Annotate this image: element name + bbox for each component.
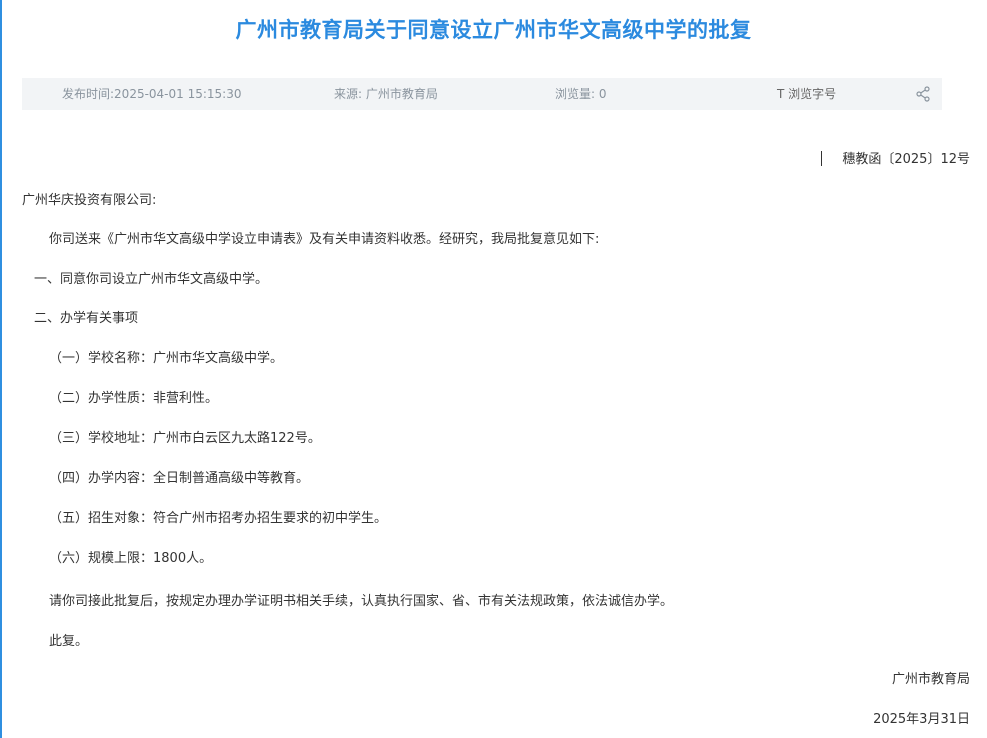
addressee: 广州华庆投资有限公司: [22, 193, 157, 208]
document-number: 穗教函〔2025〕12号 [821, 148, 970, 167]
left-edge-bar [0, 0, 2, 738]
sub-item-4: （四）办学内容：全日制普通高级中等教育。 [49, 471, 310, 486]
sub-item-1: （一）学校名称：广州市华文高级中学。 [49, 351, 284, 366]
divider [821, 151, 823, 166]
page-title: 广州市教育局关于同意设立广州市华文高级中学的批复 [235, 18, 752, 42]
source-label: 来源: 广州市教育局 [334, 87, 438, 101]
sub-item-2: （二）办学性质：非营利性。 [49, 391, 219, 406]
font-size-toggle[interactable]: T 浏览字号 [777, 78, 836, 110]
item-1: 一、同意你司设立广州市华文高级中学。 [34, 272, 269, 287]
closing-paragraph: 请你司接此批复后，按规定办理办学证明书相关手续，认真执行国家、省、市有关法规政策… [49, 594, 674, 609]
publish-time: 发布时间:2025-04-01 15:15:30 [62, 87, 242, 101]
article-meta-bar: 发布时间:2025-04-01 15:15:30 来源: 广州市教育局 浏览量:… [22, 78, 942, 110]
sub-item-5: （五）招生对象：符合广州市招考办招生要求的初中学生。 [49, 511, 388, 526]
signature-org: 广州市教育局 [891, 672, 970, 687]
reply-line: 此复。 [49, 634, 89, 649]
sub-item-6: （六）规模上限：1800人。 [49, 551, 213, 566]
sub-item-3: （三）学校地址：广州市白云区九太路122号。 [49, 431, 321, 446]
signature-date: 2025年3月31日 [873, 712, 970, 727]
document-number-text: 穗教函〔2025〕12号 [842, 152, 970, 167]
share-icon[interactable] [915, 86, 931, 102]
item-2: 二、办学有关事项 [34, 311, 139, 326]
intro-paragraph: 你司送来《广州市华文高级中学设立申请表》及有关申请资料收悉。经研究，我局批复意见… [49, 232, 600, 247]
view-count: 浏览量: 0 [555, 87, 607, 101]
